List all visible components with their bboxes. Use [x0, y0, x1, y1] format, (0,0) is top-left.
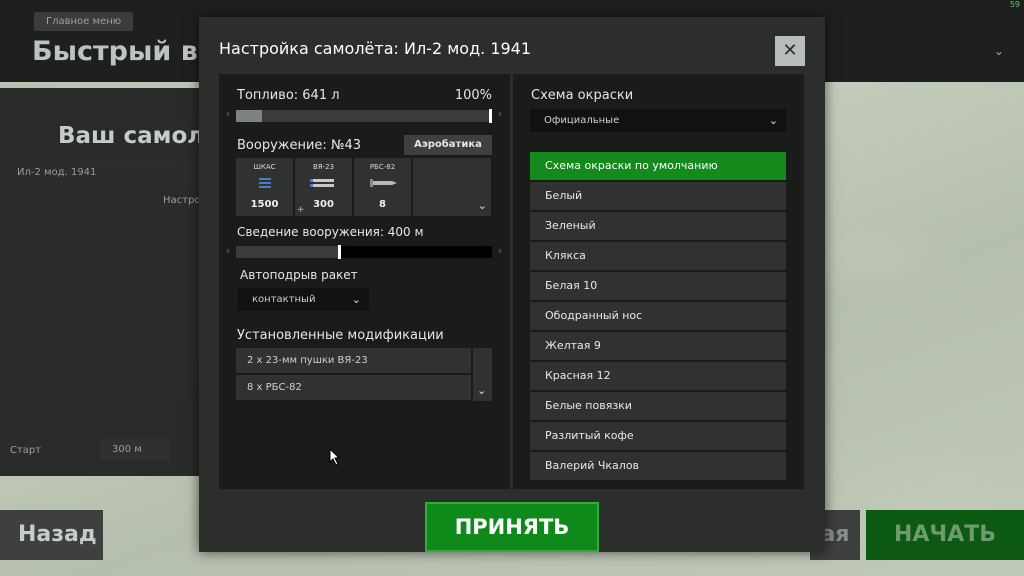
paint-scheme-item[interactable]: Зеленый [530, 212, 786, 240]
rocket-fuse-label: Автоподрыв ракет [240, 268, 358, 282]
chevron-down-icon[interactable]: ⌄ [477, 384, 486, 397]
armament-label: Вооружение: №43 [237, 138, 362, 153]
paint-scheme-item[interactable]: Желтая 9 [530, 332, 786, 360]
chevron-down-icon: ⌄ [351, 293, 361, 306]
fuel-percent: 100% [454, 88, 492, 103]
chevron-down-icon: ⌄ [768, 114, 778, 127]
paint-scheme-item[interactable]: Клякса [530, 242, 786, 270]
background-settings-button[interactable]: Настро [163, 195, 200, 206]
background-altitude-field[interactable]: 300 м [100, 439, 170, 461]
weapon-slot-vya23[interactable]: ВЯ-23 + 300 [295, 158, 352, 216]
dialog-title: Настройка самолёта: Ил-2 мод. 1941 [219, 39, 532, 58]
weapon-slot-empty[interactable]: ⌄ [413, 158, 491, 216]
paint-scheme-item[interactable]: Ободранный нос [530, 302, 786, 330]
breadcrumb[interactable]: Главное меню [34, 12, 134, 31]
bullets-icon [258, 178, 271, 188]
weapon-slot-rbs82[interactable]: РБС-82 8 [354, 158, 411, 216]
weapon-count: 8 [379, 199, 386, 210]
mods-label: Установленные модификации [237, 328, 444, 343]
rocket-fuse-value: контактный [252, 294, 316, 305]
list-item[interactable]: 8 х РБС-82 [236, 375, 471, 400]
paint-scheme-item[interactable]: Белый [530, 182, 786, 210]
convergence-slider-thumb[interactable] [338, 245, 342, 259]
background-plane-field[interactable]: Ил-2 мод. 1941 [9, 162, 204, 184]
weapon-grid: ШКАС 1500 ВЯ-23 + 300 РБС-82 8 ⌄ [236, 158, 492, 218]
accept-button[interactable]: ПРИНЯТЬ [425, 502, 599, 552]
back-button[interactable]: Назад [0, 510, 103, 560]
weapon-slot-shkas[interactable]: ШКАС 1500 [236, 158, 293, 216]
rocket-icon [369, 179, 397, 187]
paint-panel: Схема окраски Официальные ⌄ Схема окраск… [513, 74, 804, 489]
paint-filter-value: Официальные [544, 115, 620, 126]
paint-filter-dropdown[interactable]: Официальные ⌄ [530, 109, 786, 132]
convergence-slider-fill [236, 246, 339, 258]
weapon-name: ВЯ-23 [312, 163, 335, 171]
paint-scheme-item[interactable]: Валерий Чкалов [530, 452, 786, 480]
fuel-label: Топливо: 641 л [237, 88, 340, 103]
chevron-left-icon[interactable]: ‹ [226, 109, 230, 120]
mods-scrollbar[interactable]: ⌄ [473, 348, 492, 401]
chevron-down-icon[interactable]: ⌄ [478, 199, 487, 212]
fps-counter: 59 [1009, 0, 1020, 9]
mods-list: 2 х 23-мм пушки ВЯ-23 8 х РБС-82 ⌄ [236, 348, 492, 401]
background-plane-title: Ваш самолё [58, 123, 220, 149]
weapon-count: 1500 [250, 199, 279, 210]
weapon-name: ШКАС [253, 163, 276, 171]
close-icon[interactable]: ✕ [775, 36, 805, 66]
convergence-label: Сведение вооружения: 400 м [237, 225, 424, 239]
paint-scheme-item[interactable]: Белая 10 [530, 272, 786, 300]
paint-scheme-item[interactable]: Схема окраски по умолчанию [530, 152, 786, 180]
shells-icon [309, 179, 334, 187]
loadout-panel: Топливо: 641 л 100% ‹ › Вооружение: №43 … [219, 74, 510, 489]
chevron-down-icon[interactable]: ⌄ [994, 44, 1004, 58]
chevron-left-icon[interactable]: ‹ [226, 246, 230, 257]
paint-scheme-item[interactable]: Красная 12 [530, 362, 786, 390]
start-button[interactable]: НАЧАТЬ [866, 510, 1024, 560]
mouse-cursor-icon [329, 448, 341, 466]
weapon-count: 300 [313, 199, 334, 210]
weapon-name: РБС-82 [369, 163, 396, 171]
paint-scheme-item[interactable]: Разлитый кофе [530, 422, 786, 450]
chevron-right-icon[interactable]: › [498, 109, 502, 120]
aerobatics-button[interactable]: Аэробатика [404, 135, 492, 155]
fuel-slider-thumb[interactable] [489, 109, 492, 123]
paint-scheme-list: Схема окраски по умолчанию Белый Зеленый Кл… [530, 152, 786, 482]
list-item[interactable]: 2 х 23-мм пушки ВЯ-23 [236, 348, 471, 373]
fuel-slider[interactable] [236, 109, 492, 123]
paint-scheme-item[interactable]: Белые повязки [530, 392, 786, 420]
paint-label: Схема окраски [531, 88, 634, 103]
background-start-label: Старт [10, 445, 42, 456]
chevron-right-icon[interactable]: › [498, 246, 502, 257]
rocket-fuse-dropdown[interactable]: контактный ⌄ [238, 288, 369, 311]
plane-setup-dialog: Настройка самолёта: Ил-2 мод. 1941 ✕ Топ… [199, 17, 825, 552]
fuel-slider-fill [236, 110, 262, 122]
convergence-slider[interactable] [236, 245, 492, 259]
